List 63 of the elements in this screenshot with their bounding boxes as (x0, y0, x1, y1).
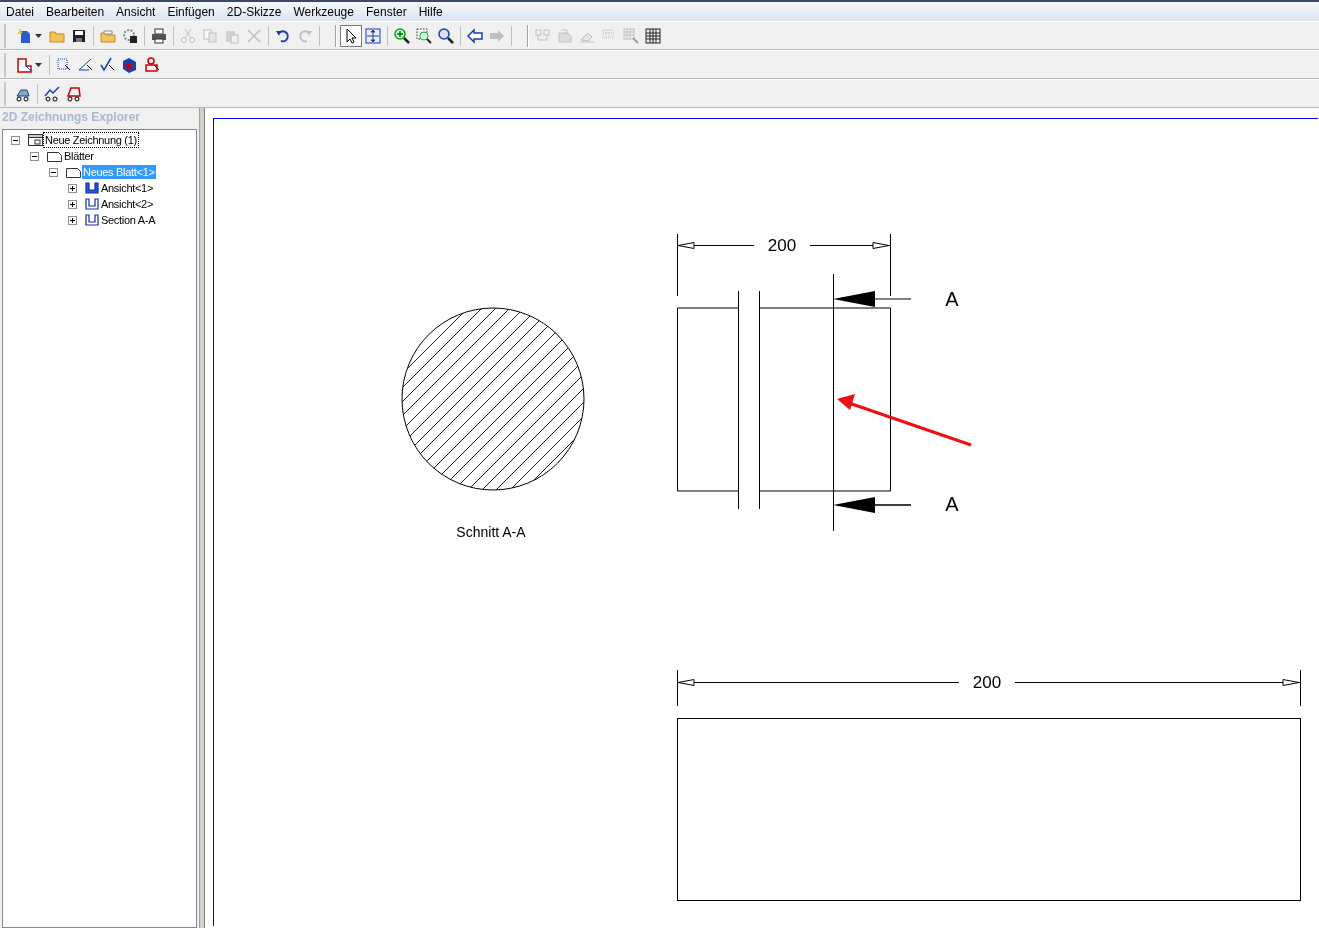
tree-item[interactable]: Section A-A (100, 213, 157, 227)
cross-icon (246, 27, 262, 44)
tree-item[interactable]: Neue Zeichnung (1) (44, 133, 138, 147)
panel-title: 2D Zeichnungs Explorer (1, 109, 142, 126)
undo-icon (275, 27, 291, 44)
grid-cursor-icon (623, 27, 639, 44)
menu-item[interactable]: Hilfe (412, 2, 449, 21)
dimension-value: 200 (767, 236, 797, 255)
copy-icon (202, 27, 218, 44)
u-shape-icon (85, 198, 99, 210)
boxes-icon (535, 27, 551, 44)
section-label: A (945, 493, 959, 515)
tree-item[interactable]: Ansicht<2> (100, 197, 155, 211)
checkmark-cart-icon (44, 85, 60, 102)
dimension-value: 200 (972, 673, 1002, 692)
pointer-icon (343, 27, 359, 44)
section-line-icon (78, 56, 94, 73)
view-frame-icon (16, 56, 33, 73)
u-shape-icon (85, 182, 99, 194)
page-icon (66, 166, 81, 178)
expand-toggle[interactable] (68, 215, 77, 225)
printer-icon (151, 27, 167, 44)
zoom-in-icon (394, 27, 410, 44)
collapse-toggle[interactable] (11, 135, 20, 145)
window-icon (28, 134, 43, 146)
tree-item[interactable]: Blätter (63, 149, 95, 163)
menu-item[interactable]: Werkzeuge (287, 2, 360, 21)
menu-item[interactable]: Datei (0, 2, 40, 21)
back-arrow-icon (467, 27, 483, 44)
redo-icon (297, 27, 313, 44)
menu-item[interactable]: Fenster (359, 2, 413, 21)
section-caption: Schnitt A-A (456, 524, 526, 540)
shape-view-icon (144, 56, 160, 73)
new-document-icon (16, 27, 33, 44)
page-icon (47, 150, 62, 162)
detail-view-icon (56, 56, 72, 73)
tree-item[interactable]: Ansicht<1> (100, 181, 155, 195)
grid-icon (645, 27, 661, 44)
menu-item[interactable]: Bearbeiten (40, 2, 111, 21)
save-icon (71, 27, 87, 44)
collapse-toggle[interactable] (49, 167, 58, 177)
check-view-icon (100, 56, 116, 73)
solid-view-icon (122, 56, 138, 73)
u-shape-icon (85, 214, 99, 226)
pan-icon (365, 27, 381, 44)
stack-icon (557, 27, 573, 44)
expand-toggle[interactable] (68, 199, 77, 209)
menu-item[interactable]: Einfügen (161, 2, 221, 21)
section-label: A (945, 288, 959, 310)
toolbar-button[interactable] (340, 24, 362, 47)
gear-icon (122, 27, 138, 44)
magnifier-icon (438, 27, 454, 44)
collapse-toggle[interactable] (30, 151, 39, 161)
open-folder-icon (100, 27, 116, 44)
caret-icon (34, 62, 42, 67)
outline-cart-icon (66, 85, 82, 102)
zoom-window-icon (416, 27, 432, 44)
forward-arrow-icon (489, 27, 505, 44)
scissors-icon (180, 27, 196, 44)
menu-item[interactable]: Ansicht (110, 2, 162, 21)
caret-icon (34, 33, 42, 38)
menu-item[interactable]: 2D-Skizze (220, 2, 288, 21)
expand-toggle[interactable] (68, 183, 77, 193)
